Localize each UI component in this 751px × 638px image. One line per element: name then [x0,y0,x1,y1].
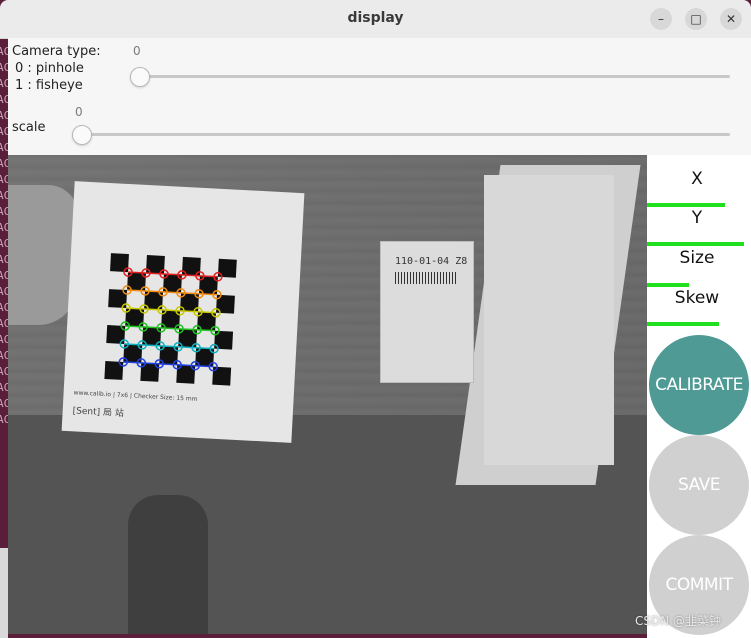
y-metric-label: Y [691,208,703,228]
checkerboard [104,253,237,386]
display-window: display – □ ✕ Camera type: 0 : pinhole 1… [0,0,751,638]
minimize-button[interactable]: – [650,8,672,30]
y-progress-bar [647,242,744,246]
calibration-side-panel: X Y Size Skew CALIBRATE SAVE COMMIT [647,155,751,638]
camera-type-trackbar[interactable] [136,75,730,78]
title-bar[interactable]: display – □ ✕ [0,0,751,39]
x-progress-bar [647,203,725,207]
camera-type-label: Camera type: 0 : pinhole 1 : fisheye [12,43,101,94]
chair [128,495,208,634]
save-button[interactable]: SAVE [649,435,749,535]
camera-type-slider-handle[interactable] [130,67,150,87]
scale-trackbar[interactable] [78,133,730,136]
window-title: display [347,10,404,26]
size-progress-bar [647,283,689,287]
skew-metric-label: Skew [674,288,720,308]
skew-progress-bar [647,322,719,326]
calibration-board: www.calib.io | 7x6 | Checker Size: 15 mm… [61,181,305,443]
camera-frame: www.calib.io | 7x6 | Checker Size: 15 mm… [8,155,647,634]
camera-type-label-line: 0 : pinhole [15,61,84,76]
barcode [395,272,457,284]
package-box: 110-01-04 Z8 [380,241,474,383]
maximize-button[interactable]: □ [685,8,707,30]
scale-label: scale [12,120,46,135]
stool [484,175,614,465]
scale-value: 0 [75,105,83,119]
size-metric-label: Size [679,248,715,268]
camera-type-value: 0 [133,44,141,58]
x-metric-label: X [691,169,703,189]
trackbar-panel: Camera type: 0 : pinhole 1 : fisheye 0 s… [8,38,751,155]
board-signature: [Sent] 局 站 [72,406,125,420]
close-button[interactable]: ✕ [720,8,742,30]
camera-type-label-line: Camera type: [12,44,101,59]
camera-type-label-line: 1 : fisheye [15,78,83,93]
calibrate-button[interactable]: CALIBRATE [649,335,749,435]
watermark: CSDN @韭菜钟 [635,614,722,628]
package-label: 110-01-04 Z8 [395,256,468,267]
scale-slider-handle[interactable] [72,125,92,145]
